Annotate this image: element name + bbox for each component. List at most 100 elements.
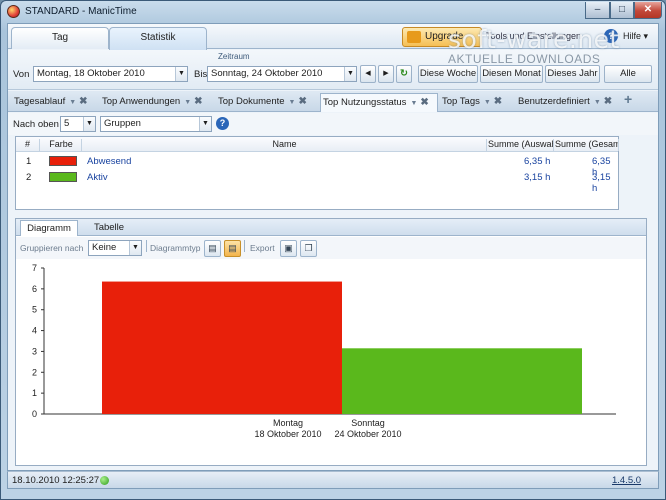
- bar-chart-icon[interactable]: ▤: [224, 240, 241, 257]
- close-tab-icon[interactable]: ✖: [79, 96, 87, 107]
- statistics-tab-bar: Tagesablauf ▼ ✖ Top Anwendungen ▼ ✖ Top Doku…: [8, 91, 658, 112]
- manictime-logo-icon: [7, 5, 20, 18]
- minimize-button[interactable]: –: [585, 2, 610, 19]
- close-tab-icon[interactable]: ✖: [298, 96, 306, 107]
- close-tab-icon[interactable]: ✖: [494, 96, 502, 107]
- tab-top-tags[interactable]: Top Tags ▼ ✖: [440, 93, 514, 112]
- watermark: soft-ware.net: [448, 25, 620, 54]
- row-number: 1: [26, 156, 32, 167]
- chart-panel: Diagramm Tabelle Gruppieren nach Keine ▼…: [15, 218, 647, 466]
- row-number: 2: [26, 172, 32, 183]
- tab-label: Tagesablauf: [14, 96, 66, 107]
- tab-tag[interactable]: Tag: [11, 27, 109, 49]
- tab-benutzerdefiniert[interactable]: Benutzerdefiniert ▼ ✖: [516, 93, 622, 112]
- toolbar-separator: [244, 240, 245, 252]
- to-date-picker[interactable]: Sonntag, 24 Oktober 2010 ▼: [207, 66, 357, 82]
- tab-label: Top Tags: [442, 96, 480, 107]
- tab-top-dokumente[interactable]: Top Dokumente ▼ ✖: [216, 93, 318, 112]
- add-tab-icon[interactable]: +: [624, 91, 632, 107]
- tab-label: Top Anwendungen: [102, 96, 181, 107]
- table-row[interactable]: 2 Aktiv 3,15 h 3,15 h: [16, 170, 618, 194]
- close-button[interactable]: ✕: [634, 2, 662, 19]
- x-tick-label: 24 Oktober 2010: [334, 429, 401, 439]
- usage-table: # Farbe Name Summe (Auswahl) Summe (Gesa…: [15, 136, 619, 210]
- column-header-sum-selection[interactable]: Summe (Auswahl): [488, 139, 554, 151]
- tab-statistik[interactable]: Statistik: [109, 27, 207, 50]
- top-count-label: Nach oben: [13, 119, 59, 130]
- chevron-down-icon: ▼: [344, 67, 356, 81]
- chevron-down-icon[interactable]: ▼: [594, 99, 601, 106]
- this-month-button[interactable]: Diesen Monat: [480, 65, 543, 83]
- group-by-value: Keine: [92, 242, 117, 253]
- tab-tagesablauf[interactable]: Tagesablauf ▼ ✖: [12, 93, 98, 112]
- tab-diagramm[interactable]: Diagramm: [20, 220, 78, 236]
- help-label: Hilfe: [623, 31, 642, 41]
- grouping-select[interactable]: Gruppen ▼: [100, 116, 212, 132]
- x-tick-label: Montag: [273, 418, 303, 428]
- copy-icon[interactable]: ❐: [300, 240, 317, 257]
- to-date-value: Sonntag, 24 Oktober 2010: [211, 68, 323, 79]
- tab-tabelle[interactable]: Tabelle: [80, 220, 138, 236]
- chevron-down-icon[interactable]: ▼: [69, 99, 76, 106]
- close-tab-icon[interactable]: ✖: [420, 97, 428, 108]
- view-tab-bar: Diagramm Tabelle: [16, 219, 646, 236]
- save-icon[interactable]: ▣: [280, 240, 297, 257]
- help-icon[interactable]: ?: [216, 117, 229, 130]
- row-name: Aktiv: [87, 172, 108, 183]
- tab-label: Top Nutzungsstatus: [323, 97, 407, 108]
- from-label: Von: [13, 69, 30, 80]
- version-link[interactable]: 1.4.5.0: [612, 475, 641, 486]
- close-tab-icon[interactable]: ✖: [194, 96, 202, 107]
- tab-top-nutzungsstatus[interactable]: Top Nutzungsstatus ▼ ✖: [320, 93, 438, 112]
- this-week-button[interactable]: Diese Woche: [418, 65, 478, 83]
- chart-type-label: Diagrammtyp: [150, 243, 201, 253]
- tab-top-anwendungen[interactable]: Top Anwendungen ▼ ✖: [100, 93, 214, 112]
- x-tick-label: 18 Oktober 2010: [254, 429, 321, 439]
- refresh-icon[interactable]: ↻: [396, 65, 412, 83]
- maximize-button[interactable]: □: [610, 2, 634, 19]
- column-header-color[interactable]: Farbe: [41, 139, 82, 151]
- y-tick-label: 5: [32, 305, 37, 315]
- top-count-select[interactable]: 5 ▼: [60, 116, 96, 132]
- tab-label: Top Dokumente: [218, 96, 285, 107]
- status-bar: 18.10.2010 12:25:27 1.4.5.0: [7, 471, 659, 489]
- from-date-value: Montag, 18 Oktober 2010: [37, 68, 145, 79]
- previous-range-button[interactable]: ◀: [360, 65, 376, 83]
- row-sum-selection: 6,35 h: [524, 156, 551, 167]
- table-header: # Farbe Name Summe (Auswahl) Summe (Gesa…: [16, 137, 619, 152]
- status-indicator-icon: [100, 476, 109, 485]
- main-client: Tag Statistik Upgrade Tools und Einstell…: [7, 23, 659, 471]
- main-tab-bar: Tag Statistik Upgrade Tools und Einstell…: [8, 24, 658, 66]
- y-tick-label: 2: [32, 367, 37, 377]
- next-range-button[interactable]: ▶: [378, 65, 394, 83]
- chevron-down-icon[interactable]: ▼: [484, 99, 491, 106]
- status-datetime: 18.10.2010 12:25:27: [12, 475, 100, 486]
- this-year-button[interactable]: Dieses Jahr: [545, 65, 600, 83]
- watermark-subtitle: AKTUELLE DOWNLOADS: [448, 52, 601, 66]
- y-tick-label: 4: [32, 326, 37, 336]
- export-label: Export: [250, 243, 275, 253]
- toolbar-separator: [146, 240, 147, 252]
- tab-label: Benutzerdefiniert: [518, 96, 590, 107]
- column-header-name[interactable]: Name: [83, 139, 487, 151]
- cart-icon: [407, 31, 421, 43]
- top-count-value: 5: [64, 118, 70, 129]
- column-header-number[interactable]: #: [16, 139, 40, 151]
- from-date-picker[interactable]: Montag, 18 Oktober 2010 ▼: [33, 66, 188, 82]
- y-tick-label: 6: [32, 284, 37, 294]
- chevron-down-icon[interactable]: ▼: [410, 100, 417, 107]
- bar: [102, 281, 342, 414]
- column-header-sum-total[interactable]: Summe (Gesamt): [555, 139, 619, 151]
- pie-chart-icon[interactable]: ▤: [204, 240, 221, 257]
- help-menu[interactable]: Hilfe ▾: [623, 31, 648, 42]
- group-by-select[interactable]: Keine ▼: [88, 240, 142, 256]
- chevron-down-icon[interactable]: ▼: [184, 99, 191, 106]
- table-row[interactable]: 1 Abwesend 6,35 h 6,35 h: [16, 154, 618, 178]
- close-tab-icon[interactable]: ✖: [604, 96, 612, 107]
- all-button[interactable]: Alle: [604, 65, 652, 83]
- y-tick-label: 3: [32, 346, 37, 356]
- chevron-down-icon: ▼: [199, 117, 211, 131]
- chevron-down-icon[interactable]: ▼: [289, 99, 296, 106]
- row-sum-selection: 3,15 h: [524, 172, 551, 183]
- y-tick-label: 0: [32, 409, 37, 419]
